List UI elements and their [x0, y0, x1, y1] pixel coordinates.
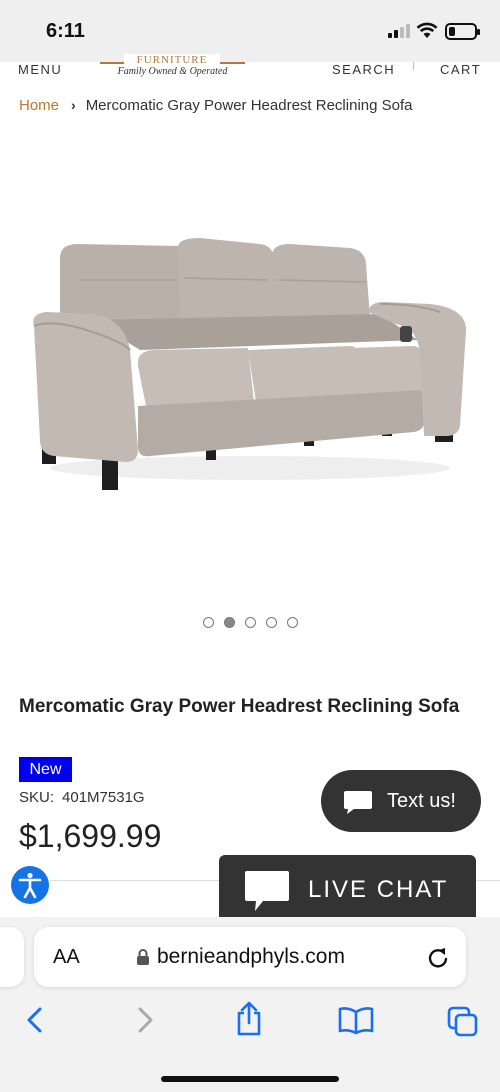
status-time: 6:11 [46, 20, 85, 42]
product-price: $1,699.99 [19, 818, 162, 854]
logo-tagline: Family Owned & Operated [117, 66, 228, 77]
reader-settings-button[interactable]: AA [53, 946, 80, 969]
carousel-dot-3[interactable] [244, 617, 256, 629]
breadcrumb-current: Mercomatic Gray Power Headrest Reclining… [85, 97, 413, 114]
sku-line: SKU: 401M7531G [19, 789, 145, 806]
lock-icon [137, 949, 149, 965]
chat-bubble-icon [245, 871, 289, 911]
browser-bottom-bar: AA bernieandphyls.com [0, 917, 500, 1092]
share-icon[interactable] [234, 1001, 264, 1037]
sku-label: SKU: [19, 789, 55, 806]
tabs-icon[interactable] [446, 1005, 480, 1039]
search-button[interactable]: SEARCH [332, 62, 395, 77]
menu-button[interactable]: MENU [18, 62, 62, 77]
carousel-dot-5[interactable] [286, 617, 298, 629]
battery-icon [445, 23, 480, 40]
home-indicator [161, 1076, 339, 1082]
live-chat-label: LIVE CHAT [308, 876, 449, 903]
breadcrumb: Home › Mercomatic Gray Power Headrest Recl… [19, 97, 412, 114]
cellular-signal-icon [388, 24, 410, 38]
status-bar: 6:11 [0, 0, 500, 62]
header-divider [413, 62, 414, 70]
breadcrumb-home-link[interactable]: Home [19, 97, 59, 114]
reload-icon[interactable] [427, 945, 449, 969]
chat-bubble-icon [344, 791, 372, 814]
cart-button[interactable]: CART [440, 62, 481, 77]
back-icon[interactable] [24, 1005, 46, 1035]
breadcrumb-separator: › [71, 97, 76, 113]
accessibility-icon [18, 872, 42, 899]
brand-logo[interactable]: FURNITURE Family Owned & Operated [100, 54, 245, 82]
text-us-button[interactable]: Text us! [321, 770, 481, 832]
wifi-icon [416, 22, 438, 38]
logo-wordmark: FURNITURE [124, 54, 220, 66]
address-bar[interactable]: AA bernieandphyls.com [34, 927, 466, 987]
text-us-label: Text us! [387, 790, 456, 812]
site-header: MENU FURNITURE Family Owned & Operated S… [0, 54, 500, 88]
carousel-dot-2[interactable] [223, 617, 235, 629]
sku-value: 401M7531G [62, 789, 145, 806]
product-title: Mercomatic Gray Power Headrest Reclining… [19, 696, 460, 717]
forward-icon[interactable] [134, 1005, 156, 1035]
browser-toolbar [0, 997, 500, 1047]
live-chat-button[interactable]: LIVE CHAT [219, 855, 476, 925]
previous-tab-preview[interactable] [0, 927, 24, 987]
new-badge: New [19, 757, 72, 782]
product-image[interactable] [20, 200, 480, 520]
carousel-dot-1[interactable] [202, 617, 214, 629]
url-domain: bernieandphyls.com [157, 945, 345, 968]
carousel-dots [0, 614, 500, 632]
accessibility-button[interactable] [11, 866, 49, 904]
carousel-dot-4[interactable] [265, 617, 277, 629]
bookmarks-icon[interactable] [338, 1005, 374, 1035]
